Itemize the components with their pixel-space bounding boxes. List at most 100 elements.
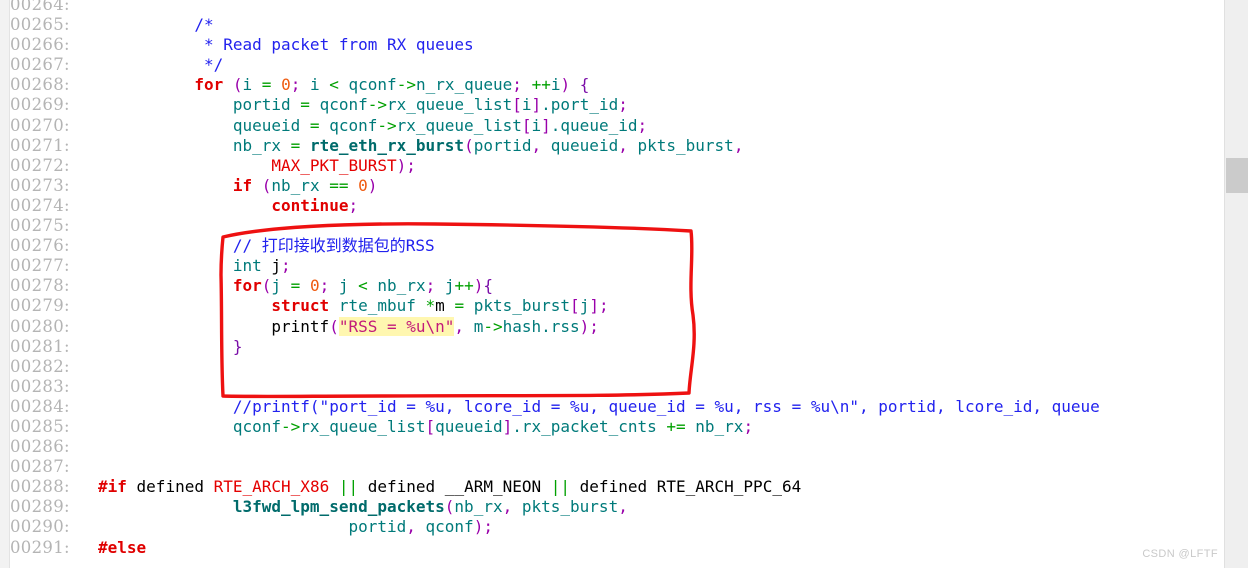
code-token: i <box>521 95 532 115</box>
code-token: = <box>290 135 301 155</box>
code-line[interactable]: 00264: <box>10 0 1225 15</box>
line-number: 00268: <box>10 75 70 95</box>
code-token: ) <box>367 175 378 195</box>
code-token: = <box>454 296 465 316</box>
code-line-text: queueid = qconf->rx_queue_list[i].queue_… <box>98 116 647 135</box>
code-lines-container[interactable]: 00264: 00265: /* 00266: * Read packet from… <box>10 0 1225 558</box>
code-token: queueid <box>232 115 310 135</box>
code-token: ( <box>261 276 272 296</box>
code-line-text: portid, qconf); <box>98 517 493 536</box>
code-line[interactable]: 00265: /* <box>10 15 1225 35</box>
code-token: ; <box>319 276 330 296</box>
code-token: -> <box>281 416 301 436</box>
code-line[interactable]: 00287: <box>10 457 1225 477</box>
code-line[interactable]: 00273: if (nb_rx == 0) <box>10 176 1225 196</box>
code-token: [ <box>570 296 580 316</box>
code-token: < <box>358 276 368 296</box>
editor-left-gutter-strip <box>0 0 10 568</box>
code-token: queueid <box>435 416 503 436</box>
code-line[interactable]: 00270: queueid = qconf->rx_queue_list[i]… <box>10 116 1225 136</box>
code-token: = <box>309 115 320 135</box>
code-token: , <box>733 135 744 155</box>
code-line[interactable]: 00272: MAX_PKT_BURST); <box>10 156 1225 176</box>
line-number: 00277: <box>10 256 70 276</box>
code-token: printf <box>271 316 330 336</box>
code-token: #if <box>98 477 127 497</box>
code-line[interactable]: 00286: <box>10 437 1225 457</box>
code-token: i <box>300 75 330 95</box>
code-line-text: portid = qconf->rx_queue_list[i].port_id… <box>98 95 628 114</box>
code-token: = <box>300 95 310 115</box>
line-number: 00274: <box>10 195 70 215</box>
code-token: .rx_packet_cnts <box>512 416 667 436</box>
line-number: 00278: <box>10 276 70 296</box>
code-token: rte_mbuf <box>338 296 426 316</box>
code-line[interactable]: 00280: printf("RSS = %u\n", m->hash.rss)… <box>10 316 1225 337</box>
line-number: 00280: <box>10 316 70 336</box>
code-token: [ <box>521 115 532 135</box>
code-line[interactable]: 00279: struct rte_mbuf *m = pkts_burst[j… <box>10 296 1225 316</box>
code-token: 0 <box>309 276 320 296</box>
code-token: { <box>579 75 590 95</box>
code-line[interactable]: 00290: portid, qconf); <box>10 517 1225 537</box>
code-token: .queue_id <box>550 115 638 135</box>
code-token: [ <box>425 416 436 436</box>
code-token: ) <box>396 155 407 175</box>
code-line[interactable]: 00277: int j; <box>10 256 1225 276</box>
code-token: ; <box>743 416 754 436</box>
code-token: ; <box>281 256 291 276</box>
code-line-text: nb_rx = rte_eth_rx_burst(portid, queueid… <box>98 135 744 155</box>
code-token: ) <box>473 276 484 296</box>
code-token: nb_rx <box>271 175 330 195</box>
code-line[interactable]: 00266: * Read packet from RX queues <box>10 35 1225 55</box>
code-line-text: #else <box>98 538 146 557</box>
code-line[interactable]: 00275: <box>10 216 1225 236</box>
code-token: i <box>242 75 262 95</box>
code-line-text: * Read packet from RX queues <box>98 35 474 54</box>
code-line[interactable]: 00291: #else <box>10 538 1225 558</box>
code-token: ; <box>618 95 628 115</box>
code-line[interactable]: 00288: #if defined RTE_ARCH_X86 || define… <box>10 477 1225 497</box>
code-line[interactable]: 00285: qconf->rx_queue_list[queueid].rx_… <box>10 417 1225 437</box>
code-token: #else <box>98 537 147 557</box>
code-line[interactable]: 00267: */ <box>10 55 1225 75</box>
code-token: pkts_burst <box>627 135 734 155</box>
code-line[interactable]: 00278: for(j = 0; j < nb_rx; j++){ <box>10 276 1225 296</box>
code-token: nb_rx <box>454 497 503 517</box>
code-line[interactable]: 00268: for (i = 0; i < qconf->n_rx_queue… <box>10 75 1225 95</box>
code-line[interactable]: 00289: l3fwd_lpm_send_packets(nb_rx, pkt… <box>10 497 1225 517</box>
code-token: ; <box>348 195 359 215</box>
code-line-text: continue; <box>98 196 358 215</box>
code-token: rte_eth_rx_burst <box>309 135 465 155</box>
code-line[interactable]: 00282: <box>10 357 1225 377</box>
code-token: = <box>290 276 301 296</box>
code-line[interactable]: 00271: nb_rx = rte_eth_rx_burst(portid, … <box>10 136 1225 156</box>
code-token: j <box>271 256 282 276</box>
line-number: 00281: <box>10 336 70 356</box>
vertical-scrollbar-track[interactable] <box>1224 0 1248 568</box>
code-line[interactable]: 00276: // 打印接收到数据包的RSS <box>10 236 1225 256</box>
code-token: pkts_burst <box>464 296 571 316</box>
code-line[interactable]: 00283: <box>10 377 1225 397</box>
vertical-scrollbar-thumb[interactable] <box>1226 158 1248 193</box>
code-token: , <box>502 497 513 517</box>
code-token: for <box>232 276 262 296</box>
line-number: 00285: <box>10 416 70 436</box>
code-line-text: */ <box>98 55 223 74</box>
code-line-text: printf("RSS = %u\n", m->hash.rss); <box>98 316 599 336</box>
code-line[interactable]: 00284: //printf("port_id = %u, lcore_id … <box>10 397 1225 417</box>
code-line[interactable]: 00281: } <box>10 337 1225 357</box>
code-line[interactable]: 00269: portid = qconf->rx_queue_list[i].… <box>10 95 1225 115</box>
code-line[interactable]: 00274: continue; <box>10 196 1225 216</box>
code-token: -> <box>483 316 503 336</box>
